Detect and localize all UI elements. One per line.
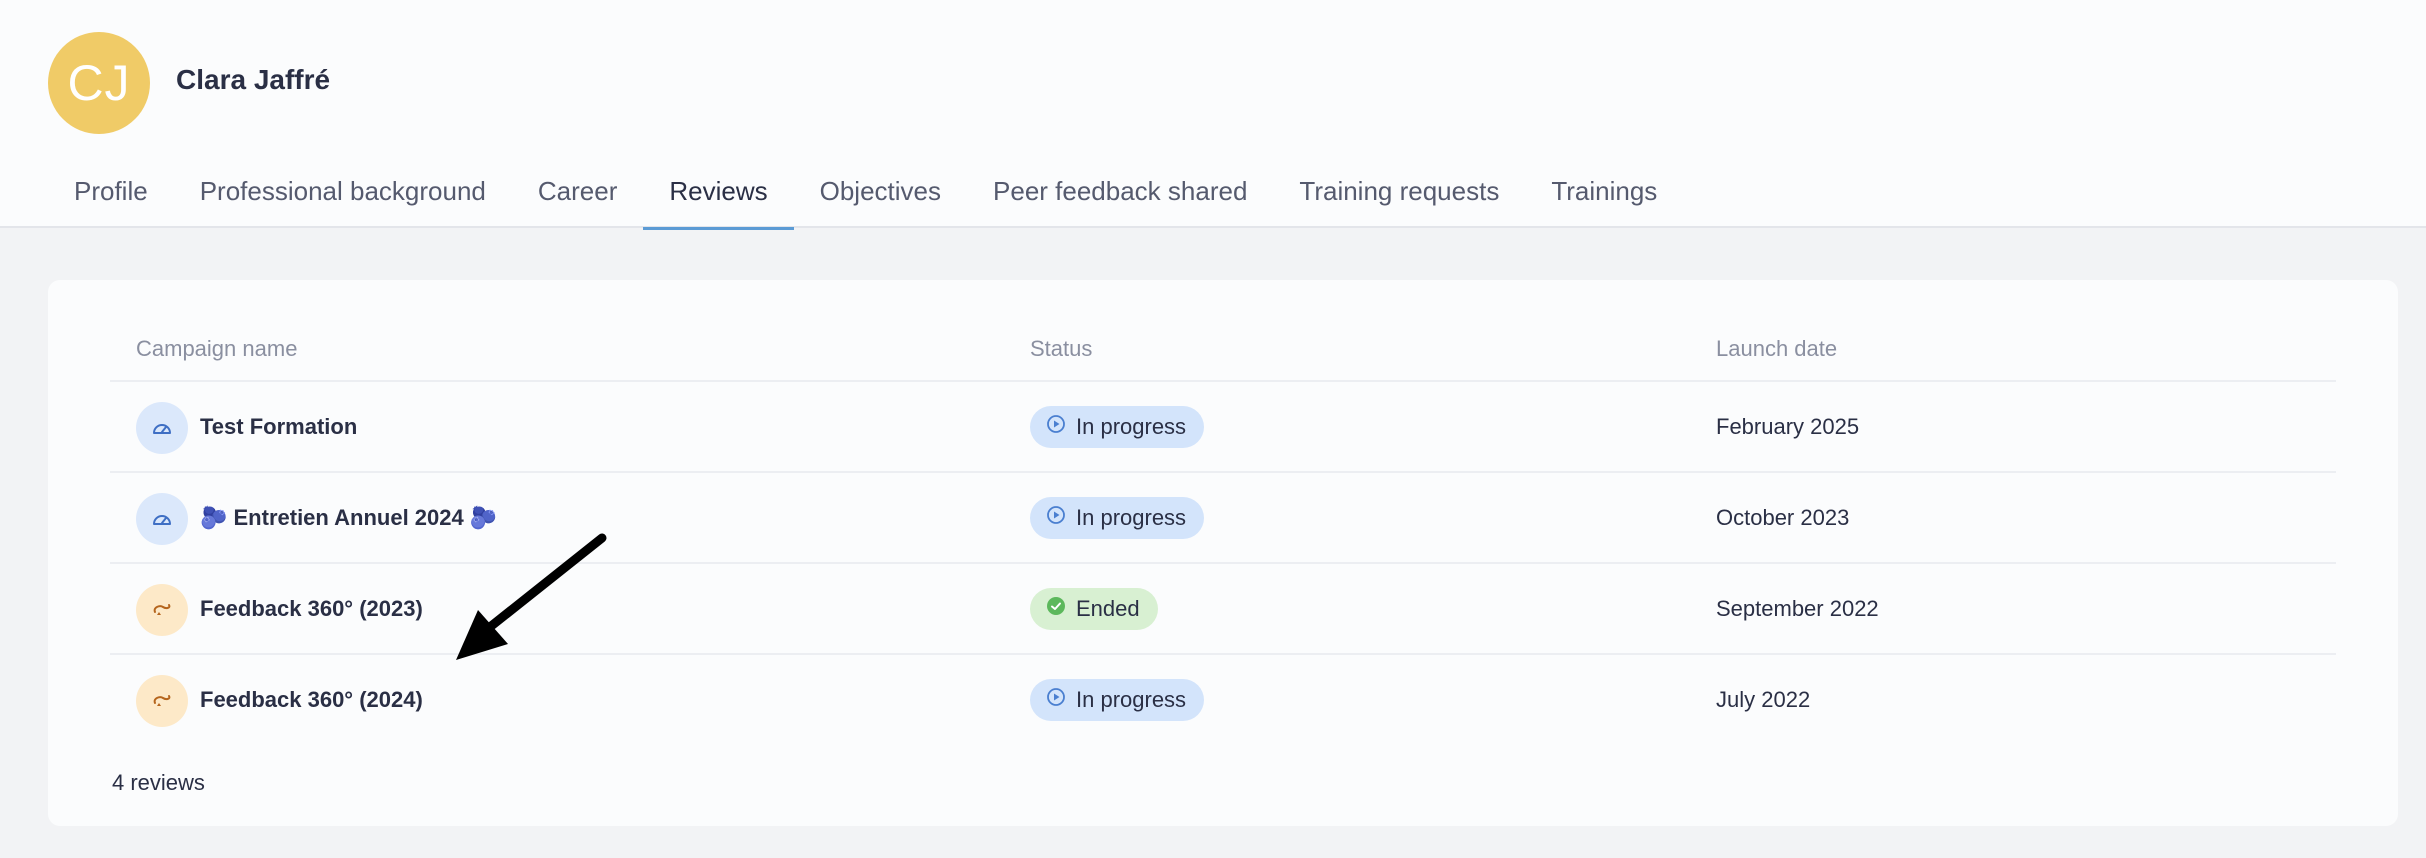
profile-header: CJ Clara Jaffré Profile Professional bac… xyxy=(0,0,2426,230)
play-circle-icon xyxy=(1046,687,1066,713)
play-circle-icon xyxy=(1046,414,1066,440)
check-circle-icon xyxy=(1046,596,1066,622)
user-name: Clara Jaffré xyxy=(176,64,331,95)
gauge-icon xyxy=(136,402,188,454)
campaign-name[interactable]: Feedback 360° (2023) xyxy=(200,596,423,622)
launch-date: October 2023 xyxy=(1716,505,1850,530)
review-count: 4 reviews xyxy=(112,770,205,795)
avatar: CJ xyxy=(48,32,150,134)
status-label: Ended xyxy=(1076,596,1140,621)
feedback-loop-icon xyxy=(136,675,188,727)
tab-training-requests[interactable]: Training requests xyxy=(1273,160,1525,228)
table-header: Campaign name Status Launch date xyxy=(110,336,2336,382)
status-label: In progress xyxy=(1076,505,1187,530)
tab-career[interactable]: Career xyxy=(512,160,643,228)
tab-professional-background[interactable]: Professional background xyxy=(174,160,512,228)
status-badge: Ended xyxy=(1030,588,1158,630)
column-header-campaign-name: Campaign name xyxy=(136,336,298,361)
campaign-name[interactable]: Feedback 360° (2024) xyxy=(200,687,423,713)
column-header-launch-date: Launch date xyxy=(1716,336,1838,361)
profile-tabs: Profile Professional background Career R… xyxy=(48,160,1683,230)
tab-peer-feedback-shared[interactable]: Peer feedback shared xyxy=(967,160,1273,228)
launch-date: July 2022 xyxy=(1716,687,1811,712)
table-row[interactable]: Test Formation In progress February 2025 xyxy=(110,382,2336,473)
status-badge: In progress xyxy=(1030,497,1205,539)
tab-objectives[interactable]: Objectives xyxy=(794,160,967,228)
table-row[interactable]: Feedback 360° (2023) Ended September 202… xyxy=(110,564,2336,655)
launch-date: February 2025 xyxy=(1716,414,1860,439)
campaign-name[interactable]: Test Formation xyxy=(200,414,357,440)
tab-reviews[interactable]: Reviews xyxy=(643,160,794,230)
tab-profile[interactable]: Profile xyxy=(48,160,174,228)
avatar-initials: CJ xyxy=(67,55,131,111)
table-row[interactable]: 🫐 Entretien Annuel 2024 🫐 In progress Oc… xyxy=(110,473,2336,564)
status-label: In progress xyxy=(1076,687,1187,712)
play-circle-icon xyxy=(1046,505,1066,531)
tab-trainings[interactable]: Trainings xyxy=(1525,160,1683,228)
status-label: In progress xyxy=(1076,414,1187,439)
reviews-card: Campaign name Status Launch date Test Fo… xyxy=(48,280,2398,826)
status-badge: In progress xyxy=(1030,406,1205,448)
table-row[interactable]: Feedback 360° (2024) In progress July 20… xyxy=(110,655,2336,746)
launch-date: September 2022 xyxy=(1716,596,1879,621)
column-header-status: Status xyxy=(1030,336,1093,361)
feedback-loop-icon xyxy=(136,584,188,636)
campaign-name[interactable]: 🫐 Entretien Annuel 2024 🫐 xyxy=(200,505,497,531)
status-badge: In progress xyxy=(1030,679,1205,721)
gauge-icon xyxy=(136,493,188,545)
